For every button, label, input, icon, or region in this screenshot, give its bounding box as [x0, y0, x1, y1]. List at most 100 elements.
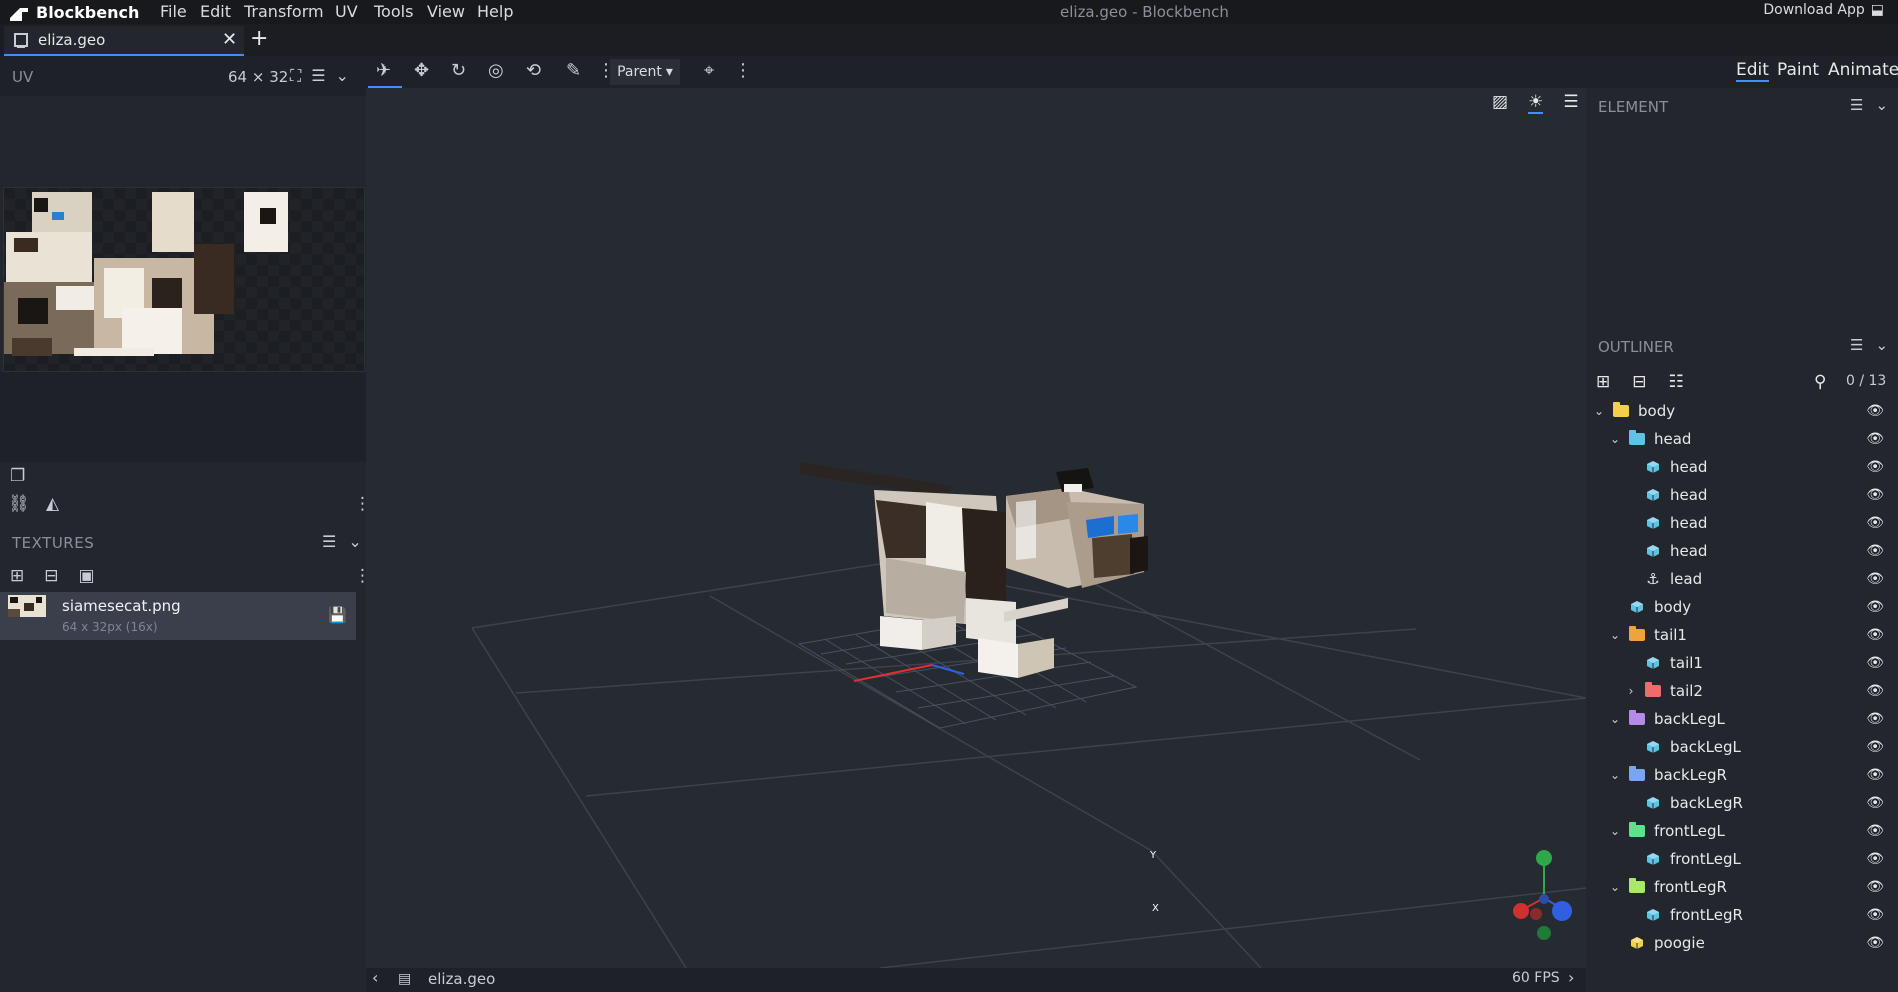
menu-edit[interactable]: Edit — [200, 2, 231, 21]
image-icon[interactable]: ▨ — [1492, 92, 1508, 114]
tab-edit[interactable]: Edit — [1736, 60, 1769, 82]
brush-icon[interactable]: ✎ — [566, 60, 581, 81]
copy-icon[interactable]: ❐ — [10, 466, 25, 486]
chevron-down-icon[interactable]: ⌄ — [1875, 336, 1888, 354]
visibility-eye-icon[interactable]: 👁 — [1866, 879, 1884, 895]
visibility-eye-icon[interactable]: 👁 — [1866, 627, 1884, 643]
menu-icon[interactable]: ☰ — [1563, 92, 1578, 114]
snap-icon[interactable]: ⌖ — [704, 60, 714, 81]
parent-select[interactable]: Parent ▾ — [610, 59, 680, 85]
visibility-eye-icon[interactable]: 👁 — [1866, 571, 1884, 587]
pivot-icon[interactable]: ◎ — [488, 60, 504, 81]
outliner-item[interactable]: backLegR 👁 — [1586, 789, 1898, 817]
add-group-icon[interactable]: ⊟ — [1632, 372, 1646, 392]
visibility-eye-icon[interactable]: 👁 — [1866, 935, 1884, 951]
outliner-item[interactable]: body 👁 — [1586, 593, 1898, 621]
save-icon[interactable]: 💾 — [328, 606, 347, 624]
3d-viewport[interactable]: Y X — [366, 88, 1586, 968]
chevron-down-icon[interactable]: ⌄ — [1608, 880, 1622, 894]
visibility-eye-icon[interactable]: 👁 — [1866, 851, 1884, 867]
tab-animate[interactable]: Animate — [1828, 60, 1898, 80]
tab-paint[interactable]: Paint — [1777, 60, 1819, 80]
outliner-item[interactable]: ⚓ lead 👁 — [1586, 565, 1898, 593]
outliner-item[interactable]: poogie 👁 — [1586, 929, 1898, 957]
visibility-eye-icon[interactable]: 👁 — [1866, 683, 1884, 699]
outliner-item[interactable]: › tail2 👁 — [1586, 677, 1898, 705]
chevron-down-icon[interactable]: ⌄ — [1608, 712, 1622, 726]
light-icon[interactable]: ☀ — [1528, 92, 1544, 114]
menu-icon[interactable]: ☰ — [1850, 96, 1863, 114]
outliner-item[interactable]: head 👁 — [1586, 481, 1898, 509]
menu-uv[interactable]: UV — [335, 2, 358, 21]
chevron-down-icon[interactable]: ⌄ — [336, 66, 349, 86]
visibility-eye-icon[interactable]: 👁 — [1866, 487, 1884, 503]
outliner-item[interactable]: ⌄ backLegL 👁 — [1586, 705, 1898, 733]
visibility-eye-icon[interactable]: 👁 — [1866, 459, 1884, 475]
outliner-item[interactable]: ⌄ frontLegL 👁 — [1586, 817, 1898, 845]
uv-size-label[interactable]: 64 ⨯ 32 — [228, 68, 288, 86]
fullscreen-icon[interactable]: ⛶ — [290, 66, 301, 86]
visibility-eye-icon[interactable]: 👁 — [1866, 543, 1884, 559]
outliner-item[interactable]: frontLegR 👁 — [1586, 901, 1898, 929]
visibility-eye-icon[interactable]: 👁 — [1866, 515, 1884, 531]
move-tool-icon[interactable]: ✈ — [376, 60, 391, 81]
outliner-item-label: tail1 — [1670, 654, 1703, 672]
chevron-right-icon[interactable]: › — [1624, 684, 1638, 698]
chevron-down-icon[interactable]: ⌄ — [1592, 404, 1606, 418]
chevron-left-icon[interactable]: ‹ — [372, 968, 378, 987]
menu-file[interactable]: File — [160, 2, 187, 21]
rotate-icon[interactable]: ↻ — [451, 60, 466, 81]
visibility-eye-icon[interactable]: 👁 — [1866, 795, 1884, 811]
close-icon[interactable]: ✕ — [222, 29, 237, 50]
add-tab-icon[interactable]: + — [250, 26, 268, 51]
chevron-down-icon[interactable]: ⌄ — [1608, 628, 1622, 642]
outliner-item[interactable]: head 👁 — [1586, 509, 1898, 537]
outliner-item[interactable]: head 👁 — [1586, 537, 1898, 565]
outliner-item[interactable]: ⌄ backLegR 👁 — [1586, 761, 1898, 789]
collapse-all-icon[interactable]: ☷ — [1669, 372, 1684, 392]
visibility-eye-icon[interactable]: 👁 — [1866, 655, 1884, 671]
uv-editor-canvas[interactable] — [3, 187, 365, 372]
menu-icon[interactable]: ☰ — [311, 66, 325, 86]
search-icon[interactable]: ⚲ — [1814, 372, 1826, 392]
chevron-right-icon[interactable]: › — [1568, 968, 1574, 987]
visibility-eye-icon[interactable]: 👁 — [1866, 599, 1884, 615]
menu-help[interactable]: Help — [477, 2, 513, 21]
menu-view[interactable]: View — [427, 2, 465, 21]
link-icon[interactable]: ⛓ — [8, 494, 30, 514]
outliner-item[interactable]: ⌄ tail1 👁 — [1586, 621, 1898, 649]
outliner-item[interactable]: tail1 👁 — [1586, 649, 1898, 677]
resize-icon[interactable]: ⟲ — [526, 60, 541, 81]
outliner-item[interactable]: frontLegL 👁 — [1586, 845, 1898, 873]
menu-transform[interactable]: Transform — [244, 2, 324, 21]
outliner-item[interactable]: backLegL 👁 — [1586, 733, 1898, 761]
menu-tools[interactable]: Tools — [374, 2, 413, 21]
visibility-eye-icon[interactable]: 👁 — [1866, 711, 1884, 727]
visibility-eye-icon[interactable]: 👁 — [1866, 739, 1884, 755]
translate-icon[interactable]: ✥ — [414, 60, 429, 81]
chevron-down-icon[interactable]: ⌄ — [348, 532, 361, 551]
chevron-down-icon[interactable]: ⌄ — [1875, 96, 1888, 114]
menu-icon[interactable]: ☰ — [322, 532, 336, 551]
chevron-down-icon[interactable]: ⌄ — [1608, 824, 1622, 838]
outliner-item[interactable]: ⌄ head 👁 — [1586, 425, 1898, 453]
visibility-eye-icon[interactable]: 👁 — [1866, 907, 1884, 923]
add-texture-icon[interactable]: ⊞ — [10, 566, 24, 586]
visibility-eye-icon[interactable]: 👁 — [1866, 403, 1884, 419]
visibility-eye-icon[interactable]: 👁 — [1866, 767, 1884, 783]
menu-icon[interactable]: ☰ — [1850, 336, 1863, 354]
visibility-eye-icon[interactable]: 👁 — [1866, 823, 1884, 839]
chevron-down-icon[interactable]: ⌄ — [1608, 432, 1622, 446]
outliner-item[interactable]: ⌄ body 👁 — [1586, 397, 1898, 425]
more-icon[interactable]: ⋮ — [734, 60, 752, 81]
outliner-item[interactable]: head 👁 — [1586, 453, 1898, 481]
import-texture-icon[interactable]: ⊟ — [44, 566, 58, 586]
tab-eliza-geo[interactable]: eliza.geo ✕ — [4, 26, 244, 56]
mirror-icon[interactable]: ◭ — [46, 494, 59, 514]
add-cube-icon[interactable]: ⊞ — [1596, 372, 1610, 392]
outliner-item[interactable]: ⌄ frontLegR 👁 — [1586, 873, 1898, 901]
download-app-button[interactable]: Download App ⬓ — [1763, 2, 1884, 18]
visibility-eye-icon[interactable]: 👁 — [1866, 431, 1884, 447]
load-textures-icon[interactable]: ▣ — [79, 566, 95, 586]
chevron-down-icon[interactable]: ⌄ — [1608, 768, 1622, 782]
